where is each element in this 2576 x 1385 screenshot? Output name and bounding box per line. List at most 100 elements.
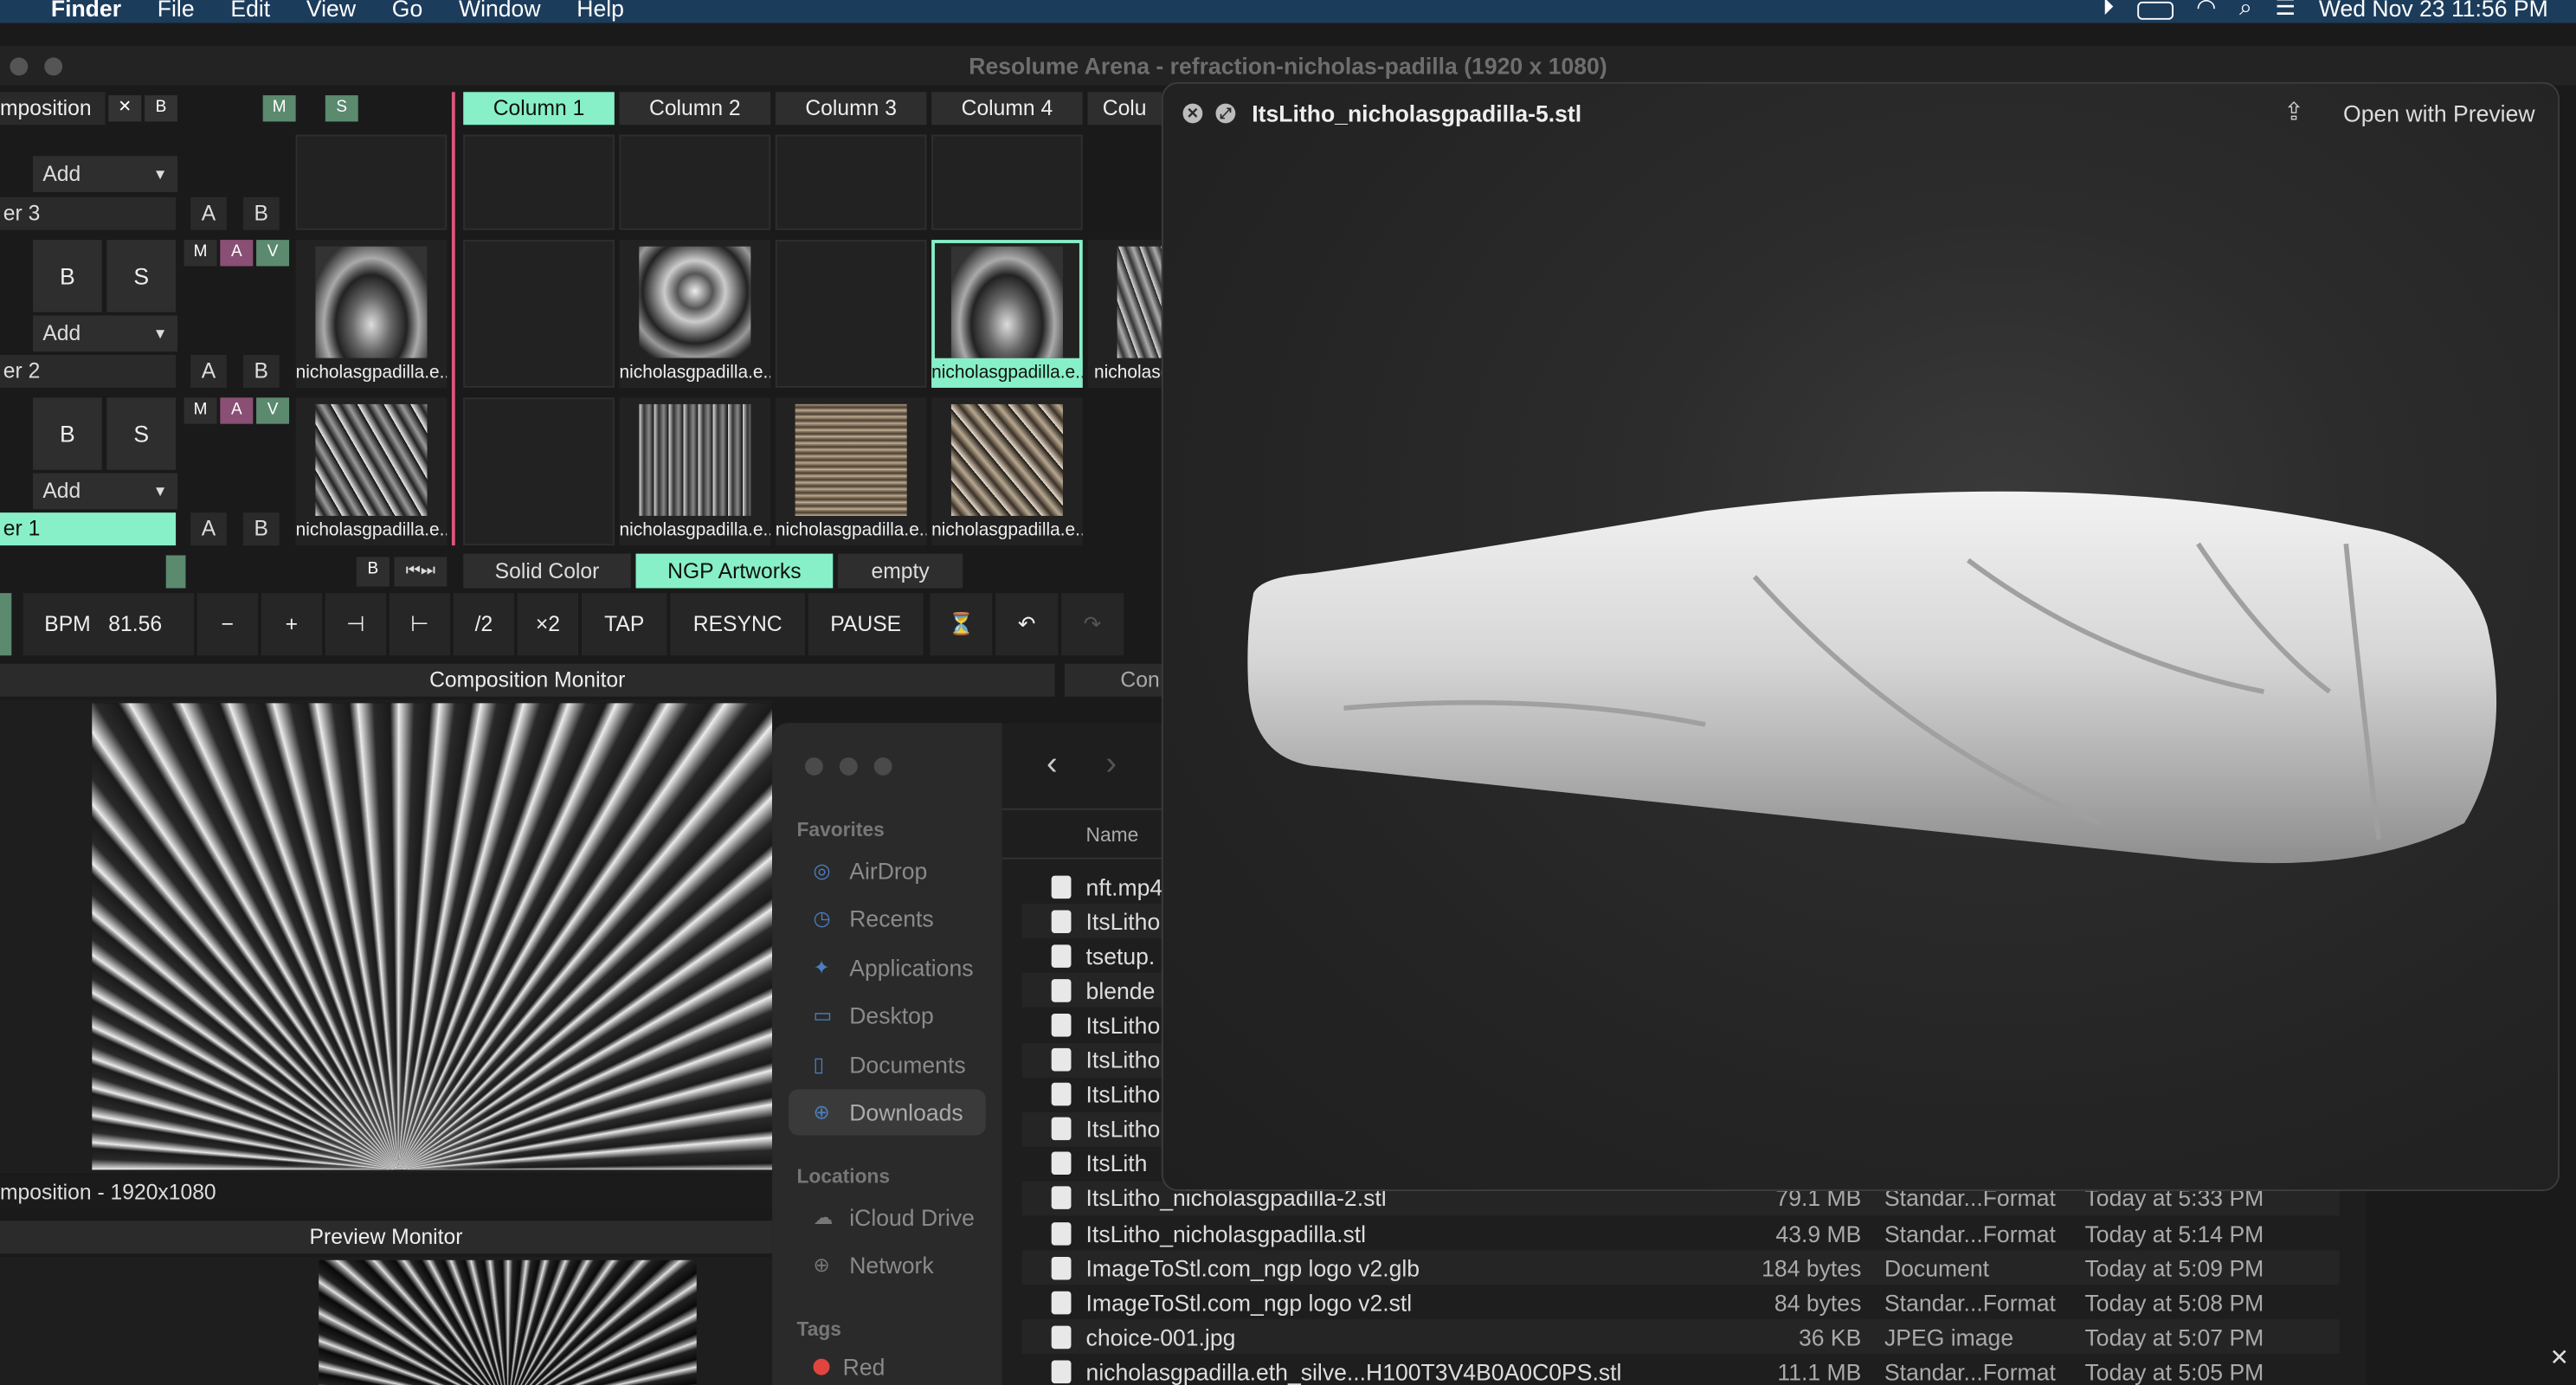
finder-minimize-button[interactable] — [839, 757, 858, 776]
empty-clip-slot[interactable] — [463, 397, 615, 546]
layer-3-slot[interactable] — [463, 134, 615, 230]
sidebar-item-network[interactable]: ⊕ Network — [789, 1242, 986, 1288]
finder-close-button[interactable] — [805, 757, 823, 776]
tag-red[interactable]: Red — [789, 1344, 986, 1385]
empty-clip-slot[interactable] — [775, 240, 927, 388]
menu-edit[interactable]: Edit — [230, 0, 270, 20]
layer-2-add-dropdown[interactable]: Add ▼ — [32, 315, 177, 352]
deck-tab-empty[interactable]: empty — [837, 553, 963, 589]
menu-app-finder[interactable]: Finder — [51, 0, 121, 20]
redo-icon[interactable]: ↷ — [1061, 593, 1124, 656]
menu-view[interactable]: View — [306, 0, 356, 20]
clip-thumbnail[interactable]: nicholasg — [1087, 240, 1162, 388]
layer-2-v-button[interactable]: V — [256, 240, 290, 267]
nudge-forward-icon[interactable]: ⊢ — [389, 593, 451, 656]
column-1-header[interactable]: Column 1 — [463, 92, 615, 126]
menu-go[interactable]: Go — [392, 0, 422, 20]
control-center-icon[interactable]: ☰ — [2275, 0, 2296, 22]
layer-2-bypass-button[interactable]: B — [32, 240, 102, 312]
layer-3-slot[interactable] — [295, 134, 448, 230]
bpm-half-button[interactable]: /2 — [453, 593, 515, 656]
clip-thumbnail[interactable]: nicholasgpadilla.e... — [619, 397, 771, 546]
empty-clip-slot[interactable] — [463, 240, 615, 388]
file-row[interactable]: ImageToStl.com_ngp logo v2.stl 84 bytes St… — [1022, 1285, 2340, 1320]
column-2-header[interactable]: Column 2 — [619, 92, 771, 126]
layer-3-add-dropdown[interactable]: Add ▼ — [32, 156, 177, 193]
bpm-increase-button[interactable]: + — [261, 593, 322, 656]
file-row[interactable]: ImageToStl.com_ngp logo v2.glb 184 bytes D… — [1021, 1250, 2340, 1285]
clip-thumbnail[interactable]: nicholasgpadilla.e... — [295, 397, 448, 546]
layer-1-add-dropdown[interactable]: Add ▼ — [32, 473, 177, 510]
window-close-button[interactable] — [10, 57, 29, 76]
file-row[interactable]: choice-001.jpg 36 KB JPEG image Today at 5:… — [1021, 1319, 2340, 1355]
menubar-datetime[interactable]: Wed Nov 23 11:56 PM — [2319, 0, 2548, 21]
comp-solo-button[interactable]: S — [325, 95, 358, 122]
play-status-icon[interactable]: ⏵ — [2103, 0, 2114, 22]
sidebar-item-documents[interactable]: ▯ Documents — [789, 1040, 986, 1086]
sidebar-item-icloud-drive[interactable]: ☁ iCloud Drive — [789, 1194, 986, 1240]
deck-tab-solid-color[interactable]: Solid Color — [463, 553, 631, 589]
wifi-icon[interactable]: ◠ — [2196, 0, 2216, 22]
back-arrow-icon[interactable]: ‹ — [1046, 746, 1058, 784]
name-column-header[interactable]: Name — [1086, 823, 1139, 847]
quicklook-fullscreen-icon[interactable]: ⤢ — [1215, 103, 1236, 124]
comp-master-button[interactable]: M — [262, 95, 296, 122]
clip-thumbnail[interactable]: nicholasgpadilla.e... — [931, 397, 1083, 546]
sidebar-item-recents[interactable]: ◷ Recents — [789, 895, 986, 941]
sidebar-item-downloads[interactable]: ⊕ Downloads — [789, 1089, 986, 1136]
resync-button[interactable]: RESYNC — [670, 593, 805, 656]
layer-2-a-button[interactable]: A — [220, 240, 254, 267]
battery-icon[interactable] — [2136, 0, 2174, 19]
pause-button[interactable]: PAUSE — [808, 593, 924, 656]
bpm-decrease-button[interactable]: − — [196, 593, 258, 656]
layer-1-m-button[interactable]: M — [184, 397, 217, 424]
forward-arrow-icon[interactable]: › — [1105, 746, 1117, 784]
clip-thumbnail[interactable]: nicholasgpadilla.e... — [775, 397, 927, 546]
sidebar-item-applications[interactable]: ✦ Applications — [789, 944, 986, 989]
tap-button[interactable]: TAP — [581, 593, 667, 656]
bpm-display[interactable]: BPM 81.56 — [23, 593, 194, 656]
layer-3-a-button[interactable]: A — [190, 196, 227, 230]
layer-3-label[interactable]: er 3 — [0, 196, 177, 230]
layer-1-b-crossfader-button[interactable]: B — [242, 512, 280, 546]
deck-tab-ngp-artworks[interactable]: NGP Artworks — [635, 553, 834, 589]
clip-thumbnail-selected[interactable]: nicholasgpadilla.e... — [931, 240, 1083, 388]
layer-3-slot[interactable] — [619, 134, 771, 230]
clip-thumbnail[interactable]: nicholasgpadilla.e... — [295, 240, 448, 388]
sidebar-item-desktop[interactable]: ▭ Desktop — [789, 992, 986, 1038]
layer-1-a-crossfader-button[interactable]: A — [190, 512, 227, 546]
layer-3-slot[interactable] — [775, 134, 927, 230]
menu-window[interactable]: Window — [459, 0, 541, 20]
sidebar-item-airdrop[interactable]: ◎ AirDrop — [789, 847, 986, 892]
layer-2-m-button[interactable]: M — [184, 240, 217, 267]
file-row[interactable]: ItsLitho_nicholasgpadilla.stl 43.9 MB Stan… — [1022, 1215, 2340, 1250]
bpm-double-button[interactable]: ×2 — [517, 593, 579, 656]
layer-2-b-crossfader-button[interactable]: B — [242, 354, 280, 388]
file-row[interactable]: nicholasgpadilla.eth_silve...H100T3V4B0A… — [1022, 1355, 2340, 1385]
column-4-header[interactable]: Column 4 — [931, 92, 1083, 126]
menu-help[interactable]: Help — [576, 0, 624, 20]
layer-1-label[interactable]: er 1 — [0, 512, 177, 546]
layer-1-a-button[interactable]: A — [220, 397, 254, 424]
composition-label[interactable]: mposition — [0, 92, 106, 126]
undo-icon[interactable]: ↶ — [995, 593, 1059, 656]
deck-skip-icon[interactable]: ⏮⏭ — [394, 557, 448, 587]
layer-2-solo-button[interactable]: S — [106, 240, 177, 312]
layer-3-b-button[interactable]: B — [242, 196, 280, 230]
comp-clear-button[interactable]: ✕ — [108, 95, 142, 122]
deck-bypass-button[interactable]: B — [356, 557, 390, 587]
finder-zoom-button[interactable] — [873, 757, 892, 776]
layer-3-slot[interactable] — [931, 134, 1083, 230]
column-3-header[interactable]: Column 3 — [775, 92, 927, 126]
open-with-preview-button[interactable]: Open with Preview — [2336, 97, 2541, 130]
layer-2-a-crossfader-button[interactable]: A — [190, 354, 227, 388]
close-icon[interactable]: ✕ — [2550, 1344, 2569, 1372]
layer-1-bypass-button[interactable]: B — [32, 397, 102, 470]
share-icon[interactable]: ⇪ — [2283, 97, 2304, 126]
spotlight-search-icon[interactable]: ⌕ — [2239, 0, 2252, 22]
layer-1-solo-button[interactable]: S — [106, 397, 177, 470]
menu-file[interactable]: File — [158, 0, 195, 20]
layer-2-label[interactable]: er 2 — [0, 354, 177, 388]
window-minimize-button[interactable] — [44, 57, 63, 76]
comp-bypass-button[interactable]: B — [145, 95, 177, 122]
